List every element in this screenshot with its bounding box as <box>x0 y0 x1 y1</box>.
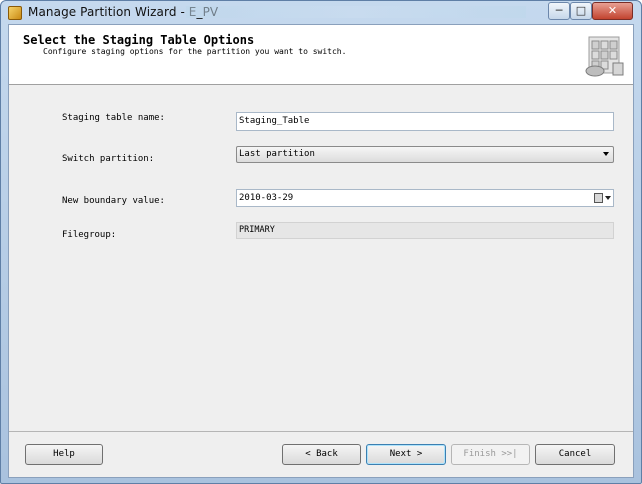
filegroup-value: PRIMARY <box>236 222 614 239</box>
title-bar[interactable]: Manage Partition Wizard - E_PV ─ □ ✕ <box>1 1 641 24</box>
page-title: Select the Staging Table Options <box>23 33 255 47</box>
minimize-icon: ─ <box>555 4 563 17</box>
minimize-button[interactable]: ─ <box>548 2 570 20</box>
filegroup-label: Filegroup: <box>62 230 117 240</box>
switch-partition-label: Switch partition: <box>62 154 155 164</box>
back-button[interactable]: < Back <box>282 444 361 465</box>
wizard-header: Select the Staging Table Options Configu… <box>9 25 633 85</box>
close-button[interactable]: ✕ <box>592 2 633 20</box>
maximize-icon: □ <box>575 4 587 17</box>
new-boundary-value-picker[interactable]: 2010-03-29 <box>236 189 614 207</box>
page-subtitle: Configure staging options for the partit… <box>43 47 347 56</box>
new-boundary-value-label: New boundary value: <box>62 196 165 206</box>
calendar-dropdown-icon[interactable] <box>594 193 611 204</box>
wizard-app-icon <box>8 6 22 20</box>
finish-button[interactable]: Finish >>| <box>451 444 530 465</box>
close-icon: ✕ <box>607 4 618 17</box>
staging-table-name-input[interactable]: Staging_Table <box>236 112 614 131</box>
wizard-window: Manage Partition Wizard - E_PV ─ □ ✕ Sel… <box>0 0 642 484</box>
staging-table-name-label: Staging table name: <box>62 113 165 123</box>
partition-storage-icon <box>585 36 624 77</box>
chevron-down-icon <box>603 152 609 156</box>
wizard-client-area: Select the Staging Table Options Configu… <box>8 24 634 478</box>
switch-partition-value: Last partition <box>239 149 315 159</box>
next-button[interactable]: Next > <box>366 444 446 465</box>
footer-divider <box>9 431 633 432</box>
cancel-button[interactable]: Cancel <box>535 444 615 465</box>
maximize-button[interactable]: □ <box>570 2 592 20</box>
switch-partition-dropdown[interactable]: Last partition <box>236 146 614 163</box>
new-boundary-value-text: 2010-03-29 <box>239 193 294 203</box>
help-button[interactable]: Help <box>25 444 103 465</box>
title-bar-background-glow <box>186 6 526 18</box>
